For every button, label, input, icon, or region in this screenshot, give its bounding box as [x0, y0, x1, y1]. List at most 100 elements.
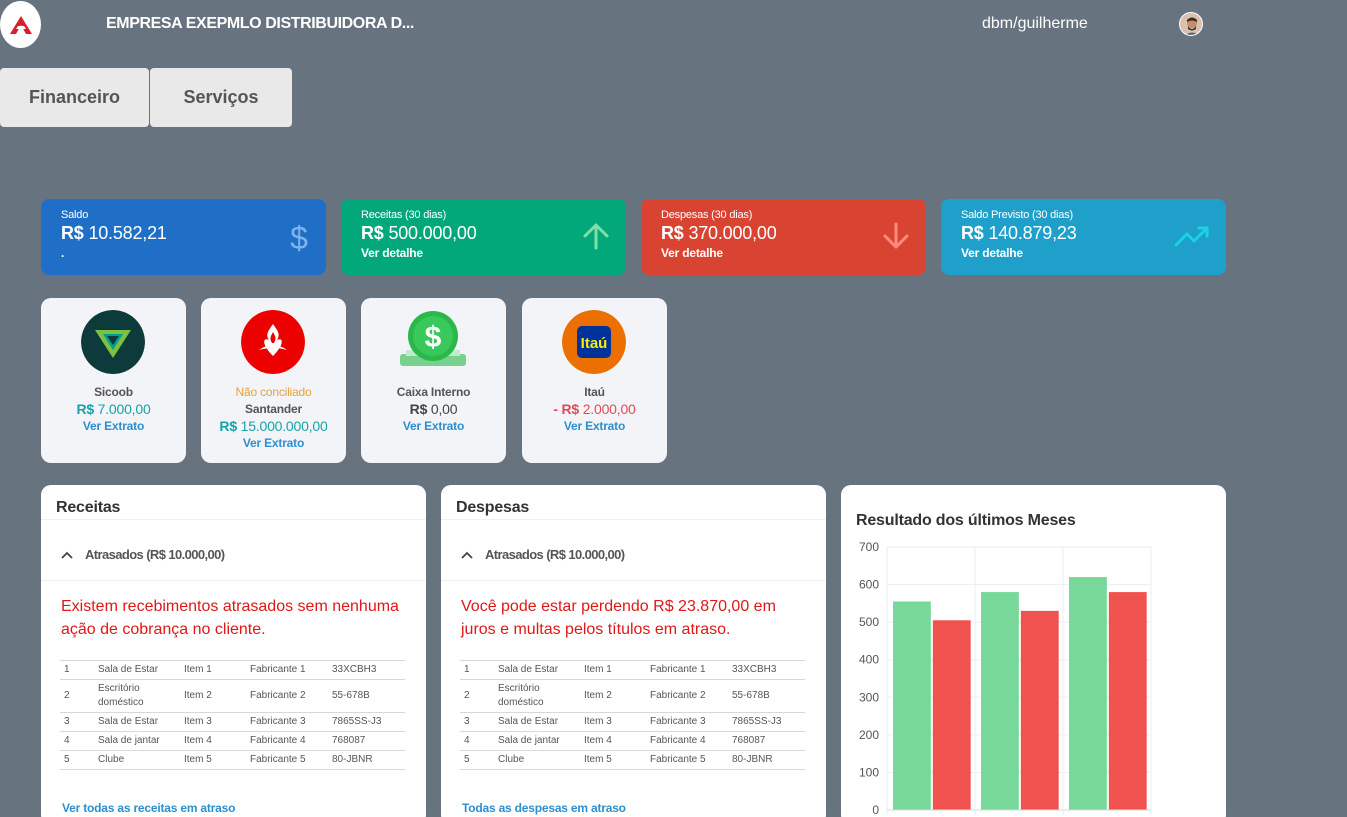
kpi-link[interactable]: Ver detalhe — [361, 246, 606, 260]
table-cell: Clube — [494, 750, 580, 770]
kpi-card-despesas: Despesas (30 dias) R$ 370.000,00 Ver det… — [641, 199, 926, 275]
arrow-down-icon — [882, 221, 910, 256]
table-cell: 2 — [460, 679, 494, 713]
table-row[interactable]: 1 Sala de Estar Item 1 Fabricante 1 33XCBH3 — [460, 660, 805, 680]
table-cell: Fabricante 5 — [646, 750, 728, 770]
table-cell: Fabricante 4 — [646, 731, 728, 751]
chart-bar[interactable] — [1020, 610, 1059, 810]
sicoob-logo-icon — [81, 310, 145, 374]
dollar-icon: $ — [288, 220, 310, 260]
bank-name: Caixa Interno — [396, 385, 471, 399]
alert-message: Você pode estar perdendo R$ 23.870,00 em… — [461, 598, 776, 638]
y-tick-label: 700 — [859, 540, 879, 554]
table-cell: Item 5 — [580, 750, 646, 770]
user-avatar-icon[interactable] — [1179, 12, 1203, 36]
table-row[interactable]: 3 Sala de Estar Item 3 Fabricante 3 7865SS-J… — [460, 712, 805, 732]
bank-name: Sicoob — [94, 385, 133, 399]
bank-name: Santander — [245, 402, 302, 416]
chart-bar[interactable] — [932, 620, 971, 810]
kpi-value: R$ 370.000,00 — [661, 223, 777, 243]
itau-logo-text: Itaú — [581, 335, 608, 352]
ver-extrato-link[interactable]: Ver Extrato — [522, 418, 667, 435]
chart-bar[interactable] — [893, 601, 931, 810]
trending-up-icon — [1174, 221, 1210, 256]
table-cell: 80-JBNR — [728, 750, 805, 770]
kpi-label: Receitas (30 dias) — [361, 209, 447, 221]
brand-logo-icon[interactable] — [0, 1, 41, 48]
table-cell: Sala de Estar — [94, 660, 180, 680]
kpi-link[interactable]: Ver detalhe — [661, 246, 906, 260]
table-cell: 768087 — [728, 731, 805, 751]
kpi-link[interactable]: . — [61, 246, 306, 260]
table-cell: Fabricante 4 — [246, 731, 328, 751]
chart-bar[interactable] — [1069, 577, 1107, 810]
company-name[interactable]: EMPRESA EXEPMLO DISTRIBUIDORA D... — [106, 15, 414, 33]
kpi-value: R$ 140.879,23 — [961, 223, 1077, 243]
table-cell: Fabricante 2 — [246, 679, 328, 713]
panel-title: Receitas — [56, 499, 121, 516]
table-cell: 1 — [60, 660, 94, 680]
table-cell: 55-678B — [328, 679, 405, 713]
bar-chart: 0 100 200 300 400 500 600 700 — [859, 540, 1152, 817]
table-cell: Item 4 — [580, 731, 646, 751]
y-tick-label: 0 — [872, 803, 879, 817]
bank-card-caixa-interno: $ Caixa Interno R$ 0,00 Ver Extrato — [361, 298, 506, 463]
table-cell: Sala de Estar — [494, 660, 580, 680]
table-row[interactable]: 1 Sala de Estar Item 1 Fabricante 1 33XCBH3 — [60, 660, 405, 680]
user-name[interactable]: dbm/guilherme — [982, 15, 1088, 33]
table-cell: Sala de jantar — [94, 731, 180, 751]
table-cell: Item 4 — [180, 731, 246, 751]
y-tick-label: 100 — [859, 765, 879, 779]
kpi-label: Despesas (30 dias) — [661, 209, 753, 221]
atrasados-accordion[interactable]: Atrasados (R$ 10.000,00) — [461, 547, 625, 562]
table-cell: 768087 — [328, 731, 405, 751]
y-tick-label: 500 — [859, 615, 879, 629]
tab-financeiro[interactable]: Financeiro — [0, 68, 149, 127]
table-cell: 5 — [460, 750, 494, 770]
bank-balance: - R$ 2.000,00 — [553, 401, 636, 417]
chart-bar[interactable] — [1108, 592, 1147, 810]
accordion-label: Atrasados (R$ 10.000,00) — [85, 547, 225, 562]
table-row[interactable]: 4 Sala de jantar Item 4 Fabricante 4 768087 — [460, 731, 805, 751]
todas-despesas-link[interactable]: Todas as despesas em atraso — [462, 801, 626, 815]
divider — [441, 580, 826, 581]
bank-balance: R$ 7.000,00 — [76, 401, 151, 417]
table-cell: Fabricante 1 — [646, 660, 728, 680]
table-row[interactable]: 4 Sala de jantar Item 4 Fabricante 4 768087 — [60, 731, 405, 751]
table-row[interactable]: 5 Clube Item 5 Fabricante 5 80-JBNR — [460, 750, 805, 770]
table-cell: 2 — [60, 679, 94, 713]
table-row[interactable]: 5 Clube Item 5 Fabricante 5 80-JBNR — [60, 750, 405, 770]
table-row[interactable]: 2 Escritório doméstico Item 2 Fabricante 25… — [460, 679, 805, 713]
chevron-up-icon — [461, 547, 473, 562]
ver-extrato-link[interactable]: Ver Extrato — [361, 418, 506, 435]
y-tick-label: 600 — [859, 578, 879, 592]
table-cell: Fabricante 1 — [246, 660, 328, 680]
table-row[interactable]: 3 Sala de Estar Item 3 Fabricante 3 7865SS-J… — [60, 712, 405, 732]
table-cell: 55-678B — [728, 679, 805, 713]
bank-balance: R$ 15.000.000,00 — [219, 418, 328, 434]
atrasados-accordion[interactable]: Atrasados (R$ 10.000,00) — [61, 547, 225, 562]
despesas-panel: Despesas Atrasados (R$ 10.000,00) Você p… — [441, 485, 826, 817]
table-cell: Fabricante 5 — [246, 750, 328, 770]
kpi-link[interactable]: Ver detalhe — [961, 246, 1206, 260]
table-cell: 3 — [460, 712, 494, 732]
table-cell: Fabricante 3 — [646, 712, 728, 732]
bank-card-sicoob: Sicoob R$ 7.000,00 Ver Extrato — [41, 298, 186, 463]
chevron-up-icon — [61, 547, 73, 562]
table-row[interactable]: 2 Escritório doméstico Item 2 Fabricante 25… — [60, 679, 405, 713]
kpi-card-receitas: Receitas (30 dias) R$ 500.000,00 Ver det… — [341, 199, 626, 275]
table-cell: Sala de Estar — [94, 712, 180, 732]
ver-extrato-link[interactable]: Ver Extrato — [201, 435, 346, 452]
kpi-value: R$ 10.582,21 — [61, 223, 167, 243]
table-cell: Sala de jantar — [494, 731, 580, 751]
table-cell: 33XCBH3 — [728, 660, 805, 680]
table-cell: Clube — [94, 750, 180, 770]
table-cell: Item 2 — [580, 679, 646, 713]
bank-name: Itaú — [584, 385, 605, 399]
ver-todas-receitas-link[interactable]: Ver todas as receitas em atraso — [62, 801, 235, 815]
y-tick-label: 400 — [859, 653, 879, 667]
table-cell: Item 3 — [580, 712, 646, 732]
tab-servicos[interactable]: Serviços — [150, 68, 292, 127]
chart-bar[interactable] — [981, 592, 1019, 810]
ver-extrato-link[interactable]: Ver Extrato — [41, 418, 186, 435]
